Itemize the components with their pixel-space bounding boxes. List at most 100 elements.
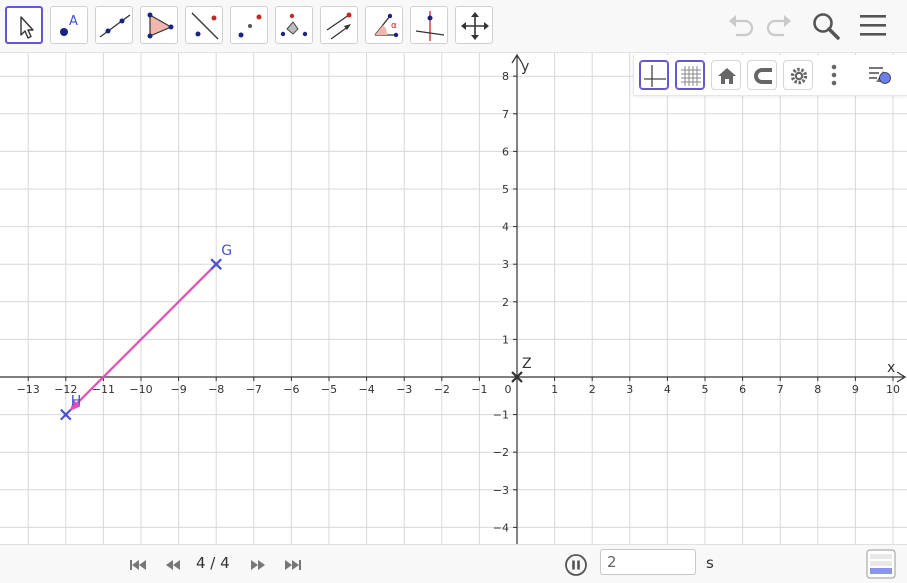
y-tick-label: 4 — [502, 221, 509, 234]
x-tick-label: 4 — [664, 383, 671, 396]
speed-unit-label: s — [706, 554, 714, 572]
algebra-view-button[interactable] — [866, 549, 896, 579]
x-tick-label: −3 — [396, 383, 412, 396]
angle-tool-icon: α — [374, 13, 399, 38]
point-h[interactable]: H — [60, 394, 82, 421]
undo-icon — [729, 15, 754, 37]
vector-tool-icon — [326, 12, 352, 40]
circle-tool-icon — [280, 13, 308, 37]
show-axes-button[interactable] — [639, 60, 669, 90]
point-tool-button[interactable]: A — [50, 6, 88, 44]
menu-icon — [860, 15, 886, 36]
toolbar: A α — [0, 0, 907, 53]
axes — [0, 53, 907, 544]
y-tick-label: −3 — [493, 484, 509, 497]
standard-view-button[interactable] — [711, 60, 741, 90]
snap-magnet-icon — [754, 68, 772, 84]
graphics-view[interactable]: −13 −12 −11 −10 −9 −8 −7 −6 −5 −4 −3 −2 −1 0 1 2 3 4 5 6 7 8 9… — [0, 53, 907, 544]
y-tick-label: −1 — [493, 409, 509, 422]
step-forward-button[interactable] — [246, 557, 268, 573]
main-menu-button[interactable] — [857, 10, 889, 42]
reflect-tool-icon — [415, 11, 445, 41]
y-axis-label: y — [521, 59, 529, 75]
y-tick-label: 1 — [502, 333, 509, 346]
search-button[interactable] — [810, 10, 842, 42]
point-tool-caption: A — [69, 14, 78, 29]
circle-tool-button[interactable] — [275, 6, 313, 44]
construction-step-counter: 4 / 4 — [196, 554, 230, 572]
speed-input[interactable] — [600, 549, 696, 575]
x-tick-label: 9 — [852, 383, 859, 396]
x-tick-label: −1 — [471, 383, 487, 396]
midpoint-tool-button[interactable] — [230, 6, 268, 44]
angle-tool-caption: α — [391, 21, 397, 31]
x-tick-label: 10 — [886, 383, 900, 396]
polygon-tool-icon — [147, 12, 174, 39]
point-z-label: Z — [522, 356, 532, 372]
graphics-settings-button[interactable] — [783, 60, 813, 90]
perpendicular-line-tool-button[interactable] — [185, 6, 223, 44]
x-tick-label: −10 — [129, 383, 152, 396]
point-capturing-button[interactable] — [747, 60, 777, 90]
skip-to-end-button[interactable] — [282, 557, 304, 573]
x-tick-label: 3 — [626, 383, 633, 396]
polygon-tool-button[interactable] — [140, 6, 178, 44]
x-tick-label: −5 — [321, 383, 337, 396]
move-graphics-view-tool-icon — [461, 12, 489, 40]
x-tick-label: −6 — [283, 383, 299, 396]
y-tick-label: −2 — [493, 446, 509, 459]
x-tick-label: 1 — [551, 383, 558, 396]
y-tick-label: 6 — [502, 145, 509, 158]
y-tick-label: 5 — [502, 183, 509, 196]
angle-tool-button[interactable]: α — [365, 6, 403, 44]
settings-gear-icon — [790, 67, 808, 85]
point-g[interactable]: G — [210, 243, 232, 270]
skip-to-start-button[interactable] — [127, 557, 149, 573]
move-tool-button[interactable] — [5, 6, 43, 44]
midpoint-tool-icon — [238, 14, 262, 38]
home-icon — [718, 68, 736, 84]
y-tick-label: 3 — [502, 258, 509, 271]
point-z[interactable]: Z — [511, 356, 532, 383]
step-forward-icon — [251, 560, 265, 570]
y-tick-label: 8 — [502, 70, 509, 83]
move-tool-icon — [20, 16, 34, 39]
move-graphics-view-tool-button[interactable] — [455, 6, 493, 44]
x-tick-label: −4 — [358, 383, 374, 396]
toggle-style-bar-icon — [869, 67, 891, 84]
play-pause-button[interactable] — [564, 553, 588, 577]
reflect-tool-button[interactable] — [410, 6, 448, 44]
show-grid-icon — [681, 66, 701, 86]
toggle-style-bar-button[interactable] — [867, 60, 897, 90]
more-vertical-icon — [831, 64, 837, 86]
y-tick-label: 7 — [502, 108, 509, 121]
x-tick-label: 2 — [589, 383, 596, 396]
more-options-button[interactable] — [819, 60, 849, 90]
y-tick-label: 2 — [502, 296, 509, 309]
redo-icon — [766, 15, 791, 37]
redo-button[interactable] — [762, 10, 794, 42]
playback-bar: 4 / 4 s — [0, 544, 907, 583]
point-h-label: H — [71, 394, 82, 410]
undo-button[interactable] — [726, 10, 758, 42]
skip-to-end-icon — [285, 560, 301, 570]
show-grid-button[interactable] — [675, 60, 705, 90]
skip-to-start-icon — [130, 560, 146, 570]
line-tool-button[interactable] — [95, 6, 133, 44]
x-tick-label: 7 — [777, 383, 784, 396]
step-back-icon — [166, 560, 180, 570]
x-tick-label: 8 — [814, 383, 821, 396]
grid — [0, 53, 907, 544]
x-tick-label: −8 — [208, 383, 224, 396]
show-axes-icon — [644, 65, 666, 87]
vector-tool-button[interactable] — [320, 6, 358, 44]
x-tick-label: −2 — [434, 383, 450, 396]
x-tick-label: −9 — [170, 383, 186, 396]
y-tick-label: −4 — [493, 521, 509, 534]
x-axis-label: x — [887, 360, 895, 376]
x-tick-label: 6 — [739, 383, 746, 396]
x-tick-label: −13 — [17, 383, 40, 396]
graphics-style-bar — [633, 55, 907, 96]
point-g-label: G — [221, 243, 232, 259]
step-back-button[interactable] — [163, 557, 185, 573]
